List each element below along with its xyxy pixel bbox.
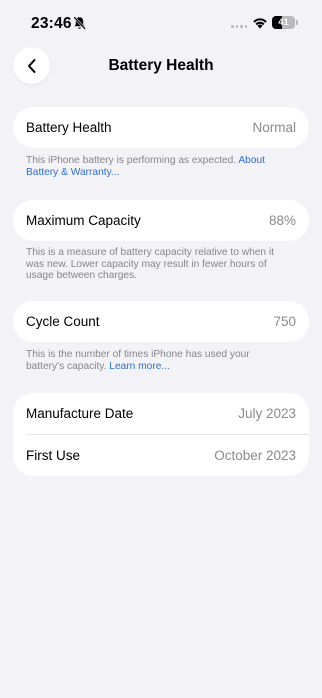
cycle-count-card: Cycle Count 750 bbox=[13, 301, 309, 342]
cycle-count-label: Cycle Count bbox=[26, 314, 100, 329]
battery-health-value: Normal bbox=[252, 120, 296, 135]
maximum-capacity-note: This is a measure of battery capacity re… bbox=[26, 247, 288, 282]
dates-card: Manufacture Date July 2023 First Use Oct… bbox=[13, 393, 309, 476]
battery-health-note: This iPhone battery is performing as exp… bbox=[26, 155, 288, 178]
maximum-capacity-value: 88% bbox=[268, 213, 296, 228]
first-use-row: First Use October 2023 bbox=[13, 435, 309, 476]
manufacture-date-label: Manufacture Date bbox=[26, 406, 134, 421]
screen: 23:46 41 Battery Health Battery Health N… bbox=[0, 0, 322, 698]
battery-icon: 41 bbox=[272, 16, 295, 29]
battery-health-note-text: This iPhone battery is performing as exp… bbox=[26, 155, 239, 166]
learn-more-link[interactable]: Learn more... bbox=[109, 361, 170, 372]
first-use-label: First Use bbox=[26, 448, 80, 463]
battery-health-label: Battery Health bbox=[26, 120, 112, 135]
maximum-capacity-note-text: This is a measure of battery capacity re… bbox=[26, 247, 275, 282]
wifi-icon bbox=[253, 18, 267, 29]
maximum-capacity-label: Maximum Capacity bbox=[26, 213, 141, 228]
status-bar: 23:46 41 bbox=[0, 0, 322, 46]
status-time: 23:46 bbox=[31, 15, 72, 32]
cycle-count-value: 750 bbox=[273, 314, 296, 329]
page-title: Battery Health bbox=[108, 57, 214, 74]
cellular-signal-icon bbox=[231, 25, 247, 29]
manufacture-date-row: Manufacture Date July 2023 bbox=[13, 393, 309, 434]
cycle-count-note: This is the number of times iPhone has u… bbox=[26, 349, 288, 372]
bell-slash-icon bbox=[73, 16, 86, 30]
manufacture-date-value: July 2023 bbox=[238, 406, 296, 421]
battery-health-card: Battery Health Normal bbox=[13, 107, 309, 148]
first-use-value: October 2023 bbox=[214, 448, 296, 463]
cycle-count-row: Cycle Count 750 bbox=[13, 301, 309, 342]
maximum-capacity-card: Maximum Capacity 88% bbox=[13, 200, 309, 241]
battery-level: 41 bbox=[278, 17, 289, 28]
maximum-capacity-row: Maximum Capacity 88% bbox=[13, 200, 309, 241]
battery-health-row: Battery Health Normal bbox=[13, 107, 309, 148]
battery-cap bbox=[296, 20, 298, 25]
